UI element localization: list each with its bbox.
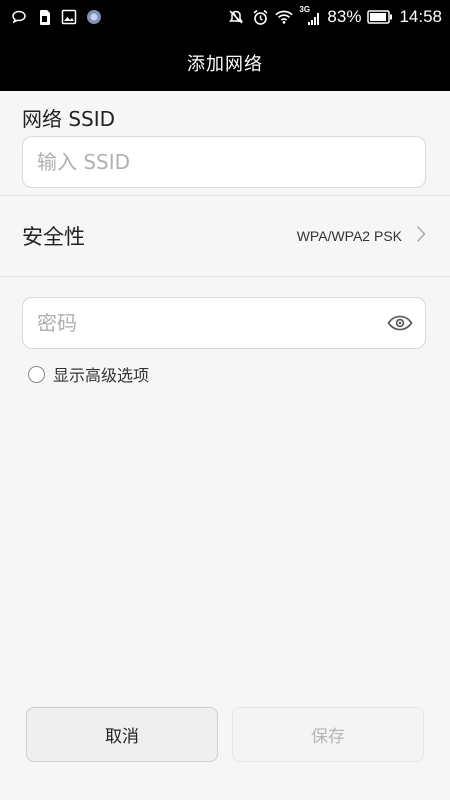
ssid-input[interactable] xyxy=(35,149,413,175)
app-circle-icon xyxy=(85,8,103,26)
advanced-options-toggle[interactable]: 显示高级选项 xyxy=(28,362,149,386)
vibrate-off-icon xyxy=(227,8,245,26)
security-row[interactable]: 安全性 WPA/WPA2 PSK xyxy=(0,196,450,276)
cancel-button[interactable]: 取消 xyxy=(26,707,218,762)
image-icon xyxy=(60,8,78,26)
status-left-icons xyxy=(10,8,103,26)
battery-percent: 83% xyxy=(327,7,362,26)
security-value: WPA/WPA2 PSK xyxy=(296,228,402,244)
status-bar: 3G 83% 14:58 xyxy=(0,0,450,34)
alarm-icon xyxy=(251,8,269,26)
chevron-right-icon xyxy=(416,225,426,247)
password-input-box[interactable] xyxy=(22,297,426,349)
title-bar: 添加网络 xyxy=(0,34,450,91)
divider xyxy=(0,276,450,277)
status-right-icons: 3G 83% 14:58 xyxy=(227,5,442,27)
ssid-input-box[interactable] xyxy=(22,136,426,188)
page-title: 添加网络 xyxy=(187,53,263,75)
ssid-label: 网络 SSID xyxy=(22,107,116,131)
battery-icon xyxy=(367,8,393,26)
clock-time: 14:58 xyxy=(399,7,442,26)
password-input[interactable] xyxy=(35,310,379,336)
advanced-options-label: 显示高级选项 xyxy=(53,366,150,385)
eye-icon[interactable] xyxy=(387,314,413,332)
wifi-icon xyxy=(275,8,294,26)
security-value-group: WPA/WPA2 PSK xyxy=(297,225,426,247)
save-button[interactable]: 保存 xyxy=(232,707,424,762)
advanced-options-checkbox[interactable] xyxy=(28,365,45,383)
security-label: 安全性 xyxy=(22,225,85,249)
sim-card-icon xyxy=(35,8,53,26)
chat-bubble-icon xyxy=(10,8,28,26)
signal-icon: 3G xyxy=(299,5,321,27)
